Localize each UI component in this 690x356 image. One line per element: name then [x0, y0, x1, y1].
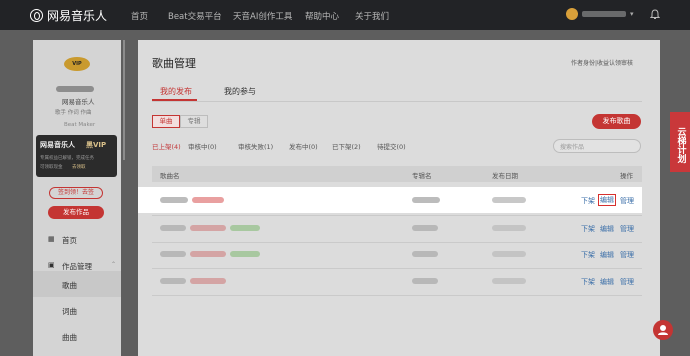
release-date-blurred	[492, 251, 526, 257]
release-date-blurred	[492, 225, 526, 231]
manage-link[interactable]: 管理	[620, 224, 634, 234]
user-name-blurred	[56, 86, 94, 92]
checkin-button[interactable]: 签到领！去签	[49, 187, 103, 199]
column-actions: 操作	[620, 172, 633, 180]
release-date-blurred	[492, 278, 526, 284]
manage-link[interactable]: 管理	[620, 250, 634, 260]
song-name-blurred	[160, 225, 186, 231]
filter-review-failed[interactable]: 审核失败(1)	[238, 141, 273, 151]
unpublish-link[interactable]: 下架	[581, 224, 595, 234]
sidebar-item-label: 曲曲	[62, 333, 77, 342]
song-tag-blurred	[230, 225, 260, 231]
publish-work-button[interactable]: 发布作品	[48, 206, 104, 219]
unpublish-link[interactable]: 下架	[581, 250, 595, 260]
unpublish-link[interactable]: 下架	[581, 277, 595, 287]
vip-card-tier: 黑VIP	[86, 141, 107, 149]
vip-card-desc-1: 专属权益已解锁，完成任务	[40, 156, 94, 161]
username-blurred	[582, 11, 626, 17]
sidebar-subitem-lyric[interactable]: 词曲	[33, 297, 121, 323]
column-song-name: 歌曲名	[160, 172, 180, 180]
nav-home[interactable]: 首页	[131, 10, 148, 22]
album-name-blurred	[412, 197, 440, 203]
user-stats: 歌手 作词 作曲	[55, 110, 92, 116]
nav-beat-market[interactable]: Beat交易平台	[168, 10, 222, 22]
cloud-ladder-plan-tag[interactable]: 云梯计划	[670, 112, 690, 172]
search-placeholder: 搜索作品	[560, 144, 585, 151]
chevron-up-icon: ⌃	[111, 261, 117, 268]
chevron-down-icon[interactable]: ▾	[630, 10, 634, 18]
sidebar-item-label: 歌曲	[62, 281, 77, 290]
release-date-blurred	[492, 197, 526, 203]
edit-link[interactable]: 编辑	[598, 194, 616, 206]
album-name-blurred	[412, 251, 438, 257]
song-name-blurred	[160, 278, 186, 284]
manage-link[interactable]: 管理	[620, 196, 634, 206]
user-meta: Beat Maker	[64, 122, 96, 128]
music-folder-icon: ▣	[48, 261, 55, 269]
search-input[interactable]: 搜索作品	[553, 139, 641, 153]
column-album-name: 专辑名	[412, 172, 432, 180]
app-logo-label: 网易音乐人	[47, 9, 108, 23]
filter-unpublished[interactable]: 已下架(2)	[332, 141, 361, 151]
unpublish-link[interactable]: 下架	[581, 196, 595, 206]
filter-publishing[interactable]: 发布中(0)	[289, 141, 318, 151]
filter-published[interactable]: 已上架(4)	[152, 141, 181, 151]
row-divider	[152, 295, 642, 296]
album-name-blurred	[412, 225, 438, 231]
sidebar-item-label: 词曲	[62, 307, 77, 316]
tab-my-releases[interactable]: 我的发布	[160, 86, 192, 97]
sidebar-subitem-song[interactable]: 歌曲	[33, 271, 121, 297]
song-tag-blurred	[230, 251, 260, 257]
sidebar-scrollbar[interactable]	[123, 40, 125, 160]
nav-ai-tools[interactable]: 天音AI创作工具	[233, 10, 292, 22]
sidebar-item-label: 首页	[62, 236, 77, 245]
type-tab-album[interactable]: 专辑	[180, 115, 208, 128]
vip-card-link[interactable]: 去领取	[72, 164, 86, 170]
support-float-button[interactable]	[653, 320, 673, 340]
column-release-date: 发布日期	[492, 172, 518, 180]
app-logo[interactable]: 网易音乐人	[30, 7, 107, 24]
grid-icon: ▦	[48, 235, 55, 243]
user-support-icon	[658, 325, 668, 335]
song-name-blurred	[160, 197, 188, 203]
album-name-blurred	[412, 278, 438, 284]
netease-logo-icon	[30, 9, 43, 22]
filter-reviewing[interactable]: 审核中(0)	[188, 141, 217, 151]
sidebar-item-home[interactable]: ▦ 首页	[33, 228, 121, 254]
song-name-blurred	[160, 251, 186, 257]
song-tag-blurred	[190, 278, 226, 284]
table-row[interactable]	[152, 243, 642, 269]
song-tag-blurred	[190, 225, 226, 231]
tab-my-participation[interactable]: 我的参与	[224, 86, 256, 97]
user-menu[interactable]: ▾	[566, 8, 634, 20]
song-tag-blurred	[190, 251, 226, 257]
type-tab-single[interactable]: 单曲	[152, 115, 180, 128]
user-role: 网易音乐人	[62, 98, 95, 106]
vip-level-badge: VIP	[64, 57, 90, 71]
avatar[interactable]	[566, 8, 578, 20]
tab-divider	[152, 101, 642, 102]
table-header	[152, 166, 642, 182]
edit-link[interactable]: 编辑	[600, 277, 614, 287]
page-title: 歌曲管理	[152, 57, 196, 70]
publish-song-button[interactable]: 发布歌曲	[592, 114, 641, 129]
edit-link[interactable]: 编辑	[600, 224, 614, 234]
song-tag-blurred	[192, 197, 224, 203]
nav-about-us[interactable]: 关于我们	[355, 10, 389, 22]
edit-link[interactable]: 编辑	[600, 250, 614, 260]
bell-icon[interactable]	[650, 9, 660, 20]
author-identity-link[interactable]: 作者身份|收益认领审核	[571, 58, 633, 67]
sidebar-subitem-beat[interactable]: 曲曲	[33, 323, 121, 349]
vip-card-title: 网易音乐人	[40, 141, 75, 149]
filter-draft[interactable]: 待提交(0)	[377, 141, 406, 151]
manage-link[interactable]: 管理	[620, 277, 634, 287]
nav-help-center[interactable]: 帮助中心	[305, 10, 339, 22]
vip-card-desc-2: 可领取现金	[40, 165, 63, 170]
